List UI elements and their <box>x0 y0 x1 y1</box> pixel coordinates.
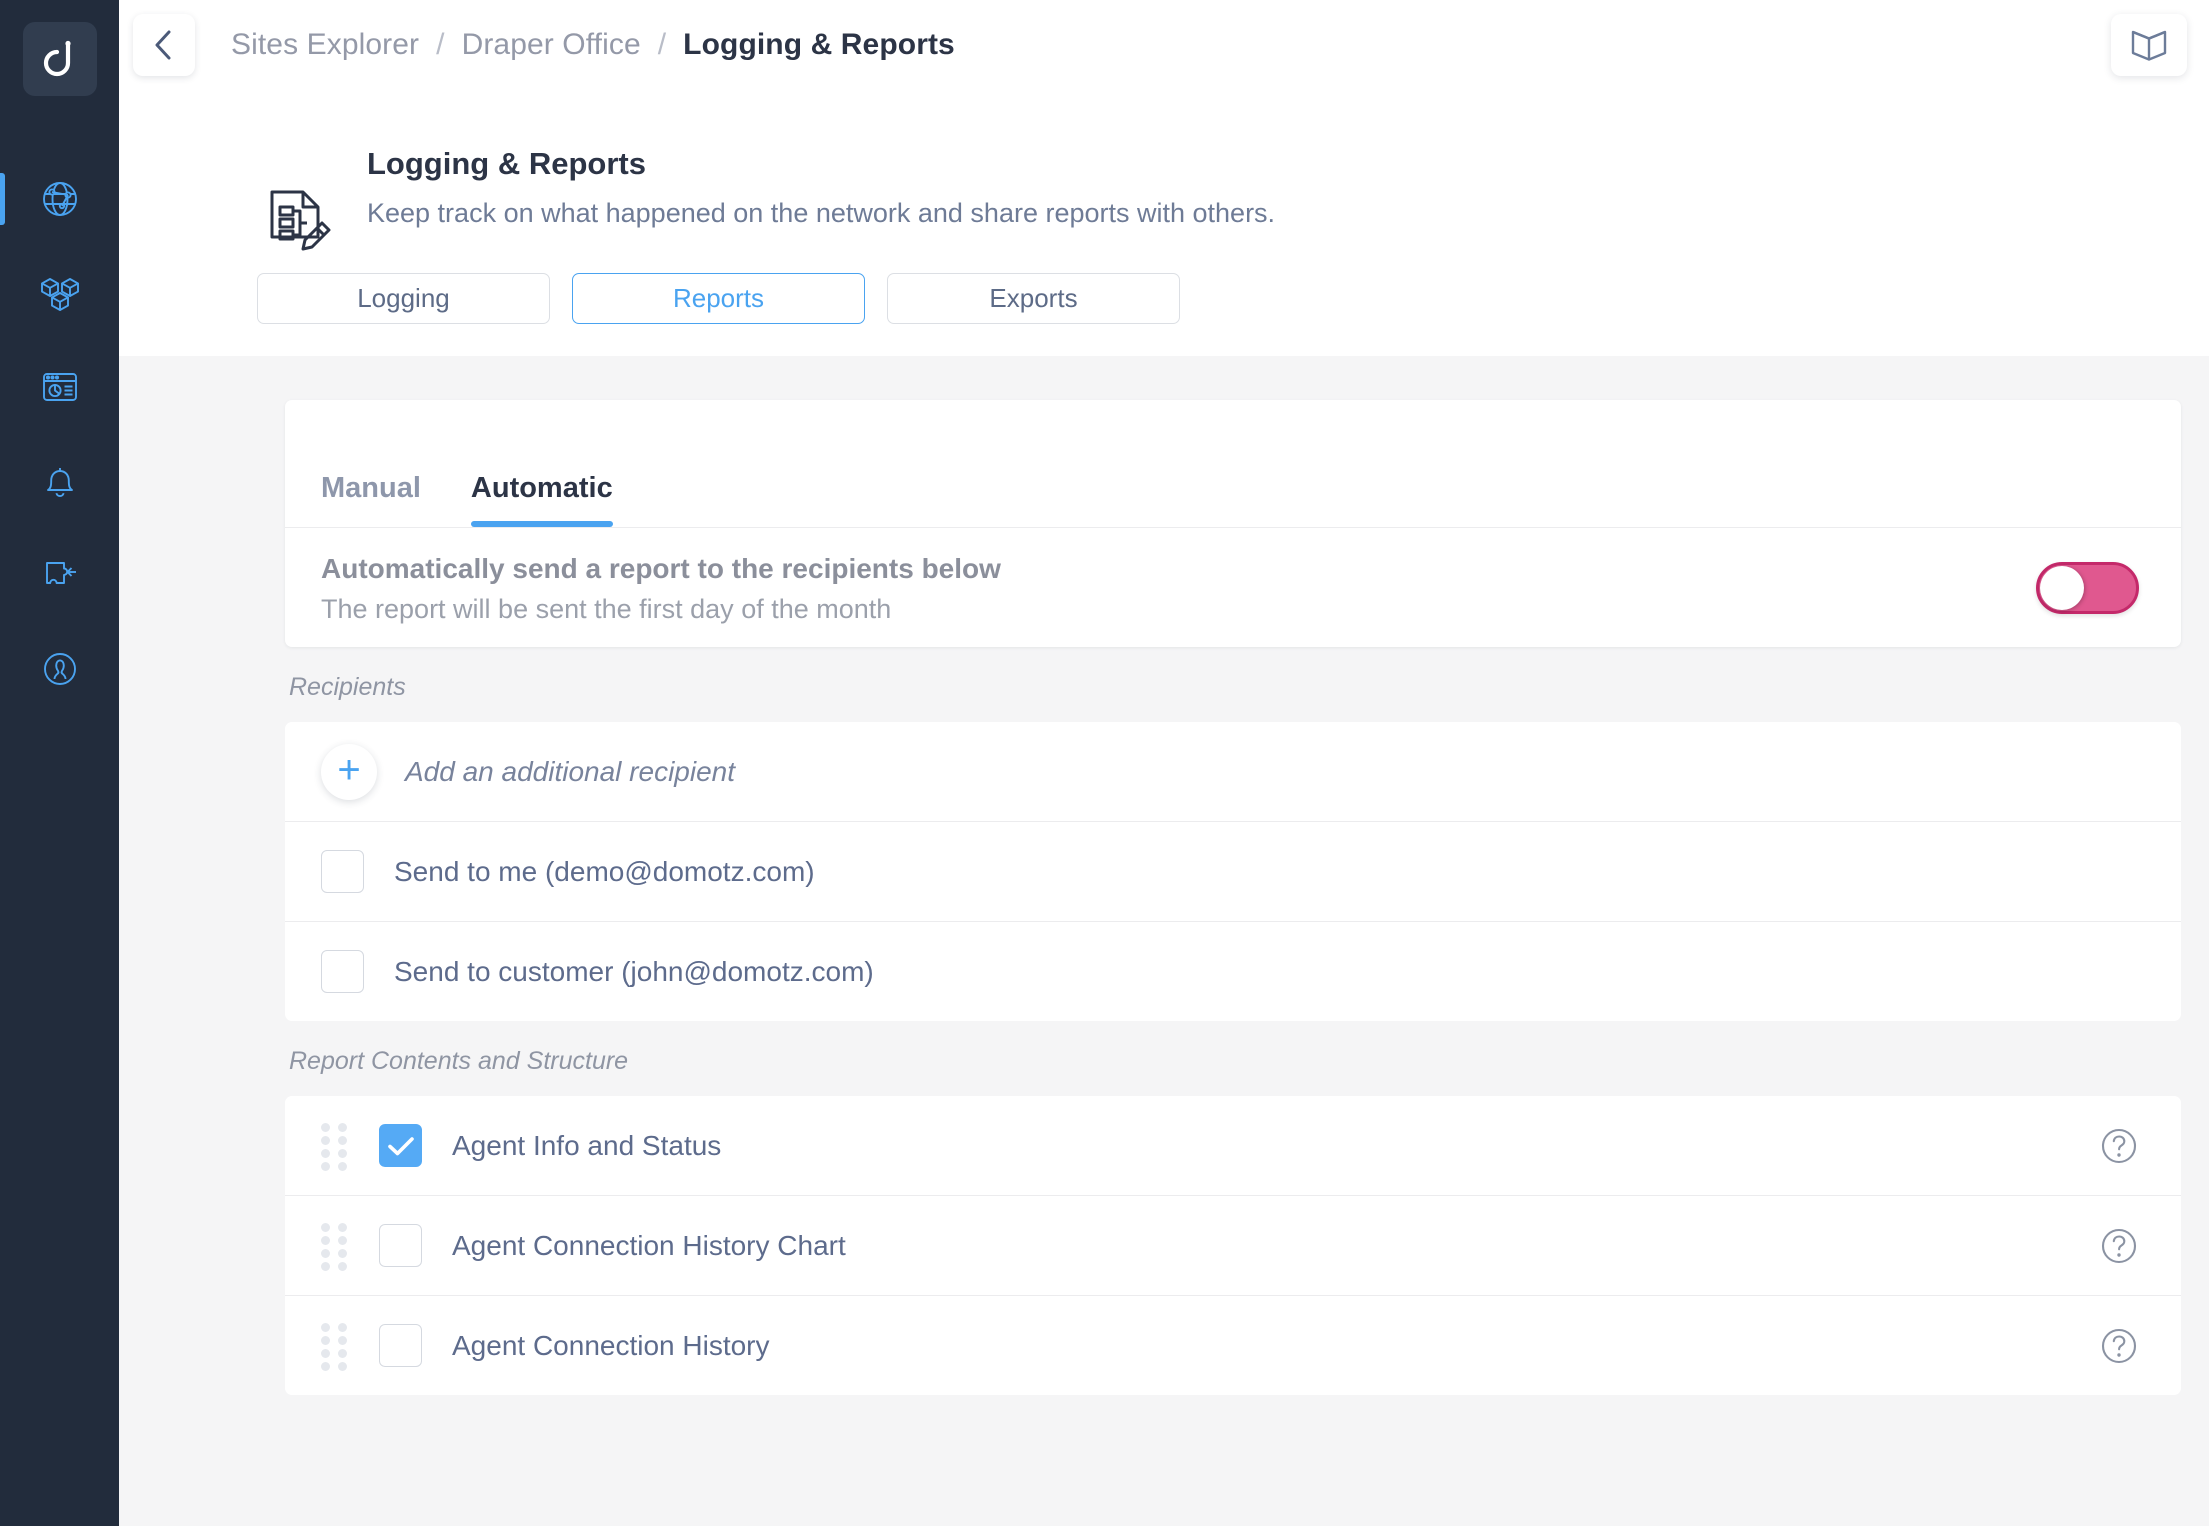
page-title: Logging & Reports <box>367 146 646 181</box>
tab-logging[interactable]: Logging <box>257 273 550 325</box>
breadcrumb-separator: / <box>657 28 667 61</box>
checkbox-agent-connection-history-chart[interactable] <box>379 1224 422 1268</box>
sidebar-nav <box>0 152 119 716</box>
recipient-row-send-to-me[interactable]: Send to me (demo@domotz.com) <box>285 822 2181 922</box>
tab-automatic[interactable]: Automatic <box>470 472 613 528</box>
report-contents-section-label: Report Contents and Structure <box>289 1047 629 1076</box>
report-content-row-connection-history[interactable]: Agent Connection History <box>285 1296 2181 1396</box>
help-circle-icon[interactable] <box>2099 1326 2139 1366</box>
drag-handle-icon[interactable] <box>321 1122 347 1171</box>
main-area: Sites Explorer / Draper Office / Logging… <box>119 0 2209 1526</box>
section-tabs: Logging Reports Exports <box>119 229 2209 356</box>
drag-handle-icon[interactable] <box>321 1222 347 1271</box>
breadcrumb-bar: Sites Explorer / Draper Office / Logging… <box>119 0 2209 76</box>
checkbox-send-to-customer[interactable] <box>321 950 364 994</box>
puzzle-integrations-icon <box>45 562 76 584</box>
cubes-inventory-icon <box>40 278 79 311</box>
report-content-row-agent-info[interactable]: Agent Info and Status <box>285 1096 2181 1196</box>
breadcrumb-separator: / <box>436 28 445 61</box>
user-account-icon <box>43 653 76 685</box>
help-circle-icon[interactable] <box>2099 1226 2139 1266</box>
content-area: Manual Automatic Automatically send a re… <box>119 356 2209 1526</box>
drag-handle-icon[interactable] <box>321 1322 347 1371</box>
report-mode-tabs: Manual Automatic <box>285 400 2181 528</box>
auto-send-row: Automatically send a report to the recip… <box>285 528 2181 647</box>
topbar: Sites Explorer / Draper Office / Logging… <box>119 0 2209 357</box>
checkbox-agent-connection-history[interactable] <box>379 1324 422 1368</box>
add-recipient-label[interactable]: Add an additional recipient <box>405 756 735 788</box>
toggle-knob <box>2040 565 2084 610</box>
open-book-icon <box>2131 30 2167 61</box>
checkbox-agent-info-and-status[interactable] <box>379 1124 422 1168</box>
breadcrumb-item-draper-office[interactable]: Draper Office <box>462 28 641 62</box>
add-recipient-row[interactable]: + Add an additional recipient <box>285 722 2181 822</box>
checkbox-send-to-me[interactable] <box>321 850 364 894</box>
sidebar <box>0 0 119 1526</box>
breadcrumb: Sites Explorer / Draper Office / Logging… <box>231 28 955 62</box>
sidebar-item-dashboard[interactable] <box>0 340 119 434</box>
breadcrumb-item-sites-explorer[interactable]: Sites Explorer <box>231 28 419 62</box>
back-button[interactable] <box>133 14 195 76</box>
auto-send-text: Automatically send a report to the recip… <box>321 551 1001 625</box>
sidebar-item-alerts[interactable] <box>0 434 119 528</box>
dashboard-report-icon <box>42 373 77 401</box>
add-recipient-button[interactable]: + <box>321 743 377 800</box>
sidebar-item-account[interactable] <box>0 622 119 716</box>
sidebar-item-integrations[interactable] <box>0 528 119 622</box>
auto-report-toggle[interactable] <box>2036 561 2139 614</box>
auto-send-title: Automatically send a report to the recip… <box>321 552 1001 584</box>
back-arrow-icon <box>155 30 171 60</box>
recipient-label-send-to-me: Send to me (demo@domotz.com) <box>394 855 815 887</box>
documentation-button[interactable] <box>2111 14 2187 76</box>
plus-icon: + <box>337 747 361 792</box>
bell-alerts-icon <box>46 468 73 497</box>
tab-reports[interactable]: Reports <box>572 273 865 325</box>
report-content-row-connection-chart[interactable]: Agent Connection History Chart <box>285 1196 2181 1296</box>
sidebar-item-network[interactable] <box>0 152 119 246</box>
recipient-label-send-to-customer: Send to customer (john@domotz.com) <box>394 955 874 987</box>
recipient-row-send-to-customer[interactable]: Send to customer (john@domotz.com) <box>285 922 2181 1022</box>
domotz-logo[interactable] <box>22 22 97 96</box>
report-content-label-connection-chart: Agent Connection History Chart <box>452 1229 846 1261</box>
breadcrumb-item-current: Logging & Reports <box>683 28 955 61</box>
document-pencil-icon <box>270 190 331 251</box>
tab-exports[interactable]: Exports <box>887 273 1180 325</box>
auto-send-subtitle: The report will be sent the first day of… <box>321 593 892 624</box>
page-header: Logging & Reports Keep track on what hap… <box>119 74 2209 251</box>
app-root: Sites Explorer / Draper Office / Logging… <box>0 0 2209 1526</box>
report-content-label-agent-info: Agent Info and Status <box>452 1129 722 1161</box>
help-circle-icon[interactable] <box>2099 1126 2139 1166</box>
content-inner: Manual Automatic Automatically send a re… <box>285 400 2181 1396</box>
recipients-section-label: Recipients <box>289 673 406 702</box>
report-content-label-connection-history: Agent Connection History <box>452 1329 770 1361</box>
tab-manual[interactable]: Manual <box>321 472 421 527</box>
sidebar-item-inventory[interactable] <box>0 246 119 340</box>
globe-network-icon <box>42 182 77 216</box>
automatic-report-card: Manual Automatic Automatically send a re… <box>285 400 2181 648</box>
page-subtitle: Keep track on what happened on the netwo… <box>367 198 1276 229</box>
